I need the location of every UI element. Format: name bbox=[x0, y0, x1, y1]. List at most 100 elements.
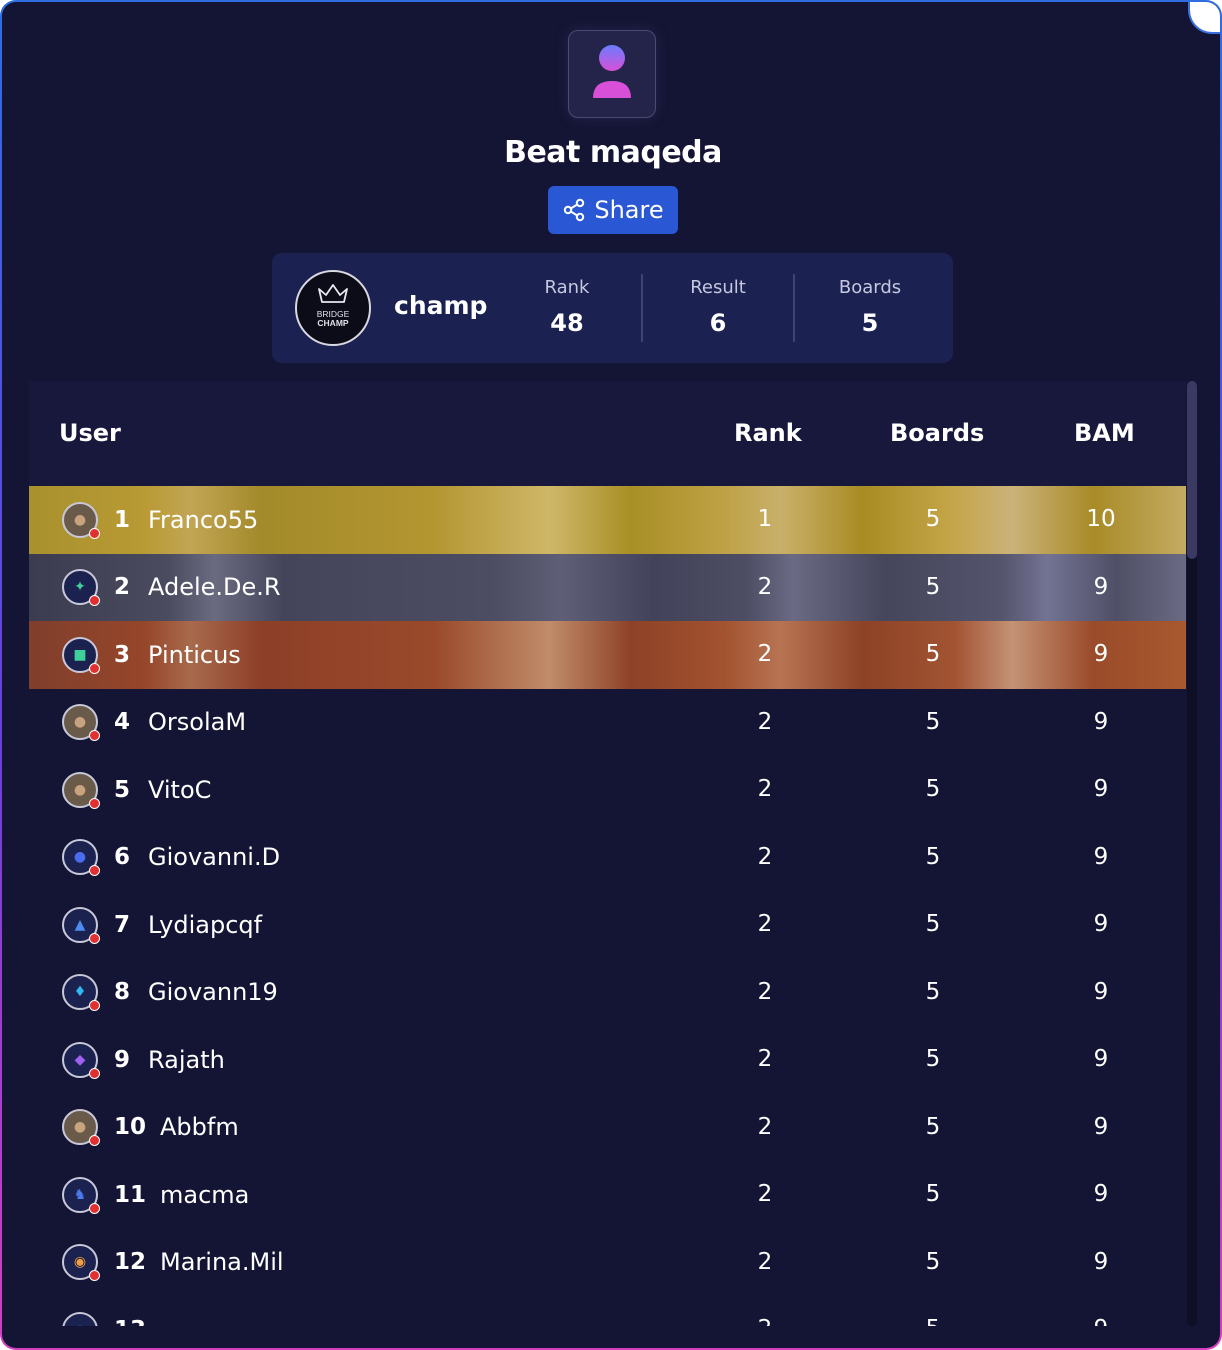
avatar[interactable]: ♞ bbox=[62, 1176, 100, 1214]
row-position: 1 bbox=[114, 506, 131, 533]
table-row[interactable]: ● 1 Franco55 1 5 10 bbox=[29, 486, 1186, 554]
feather-avatar-icon: ✦ bbox=[74, 579, 86, 596]
row-boards: 5 bbox=[925, 506, 941, 532]
row-rank: 2 bbox=[757, 573, 773, 600]
table-row[interactable]: ● 6 Giovanni.D 2 5 9 bbox=[29, 824, 1186, 892]
user-icon bbox=[593, 45, 631, 98]
row-username[interactable]: Giovann19 bbox=[148, 978, 278, 1006]
row-position: 2 bbox=[114, 574, 131, 601]
helmet-avatar-icon: ◆ bbox=[74, 1051, 86, 1068]
row-boards: 5 bbox=[925, 708, 941, 735]
scrollbar-thumb[interactable] bbox=[1187, 381, 1197, 559]
row-position: 3 bbox=[114, 641, 131, 668]
row-username[interactable]: Adele.De.R bbox=[148, 573, 281, 601]
user-cell: ✦ 2 Adele.De.R bbox=[62, 554, 281, 622]
row-position: 11 bbox=[114, 1181, 147, 1208]
row-boards: 5 bbox=[925, 843, 941, 870]
card-username: champ bbox=[394, 291, 488, 320]
avatar[interactable]: ◉ bbox=[62, 1244, 100, 1282]
share-button[interactable]: Share bbox=[548, 186, 678, 234]
online-status-dot bbox=[89, 1202, 100, 1214]
row-username[interactable]: Marina.Mil bbox=[160, 1248, 284, 1276]
avatar[interactable]: ▲ bbox=[62, 1311, 98, 1326]
leaderboard-table[interactable]: User Rank Boards BAM ● 1 Franco55 1 5 10 ✦ 2 Ade… bbox=[29, 381, 1186, 1326]
row-bam: 9 bbox=[1093, 843, 1109, 870]
row-username[interactable]: Giovanni.D bbox=[148, 843, 280, 871]
row-rank: 2 bbox=[757, 1113, 773, 1140]
row-rank: 2 bbox=[757, 1181, 773, 1207]
user-cell: ● 1 Franco55 bbox=[62, 486, 258, 554]
row-boards: 5 bbox=[925, 641, 941, 667]
photo-avatar-icon: ● bbox=[73, 1119, 87, 1136]
table-row[interactable]: ▲ 13 2 5 9 bbox=[29, 1296, 1186, 1326]
column-header-user[interactable]: User bbox=[59, 419, 121, 447]
avatar[interactable]: ♦ bbox=[62, 974, 100, 1012]
online-status-dot bbox=[89, 1067, 100, 1079]
stat-result-label: Result bbox=[690, 277, 746, 298]
online-status-dot bbox=[89, 1000, 100, 1012]
stat-boards: Boards 5 bbox=[795, 253, 945, 363]
row-rank: 1 bbox=[757, 506, 773, 532]
user-cell: ▲ 13 bbox=[62, 1296, 160, 1326]
table-row[interactable]: ♞ 11 macma 2 5 9 bbox=[29, 1161, 1186, 1229]
avatar[interactable]: ● bbox=[62, 1109, 100, 1147]
row-username[interactable]: Franco55 bbox=[148, 506, 258, 534]
row-username[interactable]: Lydiapcqf bbox=[148, 911, 262, 939]
row-rank: 2 bbox=[757, 776, 773, 802]
online-status-dot bbox=[89, 662, 100, 674]
row-username[interactable]: Rajath bbox=[148, 1046, 225, 1074]
table-row[interactable]: ♦ 8 Giovann19 2 5 9 bbox=[29, 959, 1186, 1027]
table-row[interactable]: ● 4 OrsolaM 2 5 9 bbox=[29, 689, 1186, 757]
avatar[interactable]: ● bbox=[62, 839, 100, 877]
avatar[interactable]: ● bbox=[62, 771, 100, 809]
row-rank: 2 bbox=[757, 1046, 773, 1072]
knight-avatar-icon: ♞ bbox=[73, 1186, 87, 1203]
row-bam: 9 bbox=[1093, 1181, 1109, 1207]
avatar[interactable]: ▲ bbox=[62, 906, 100, 944]
table-row[interactable]: ● 10 Abbfm 2 5 9 bbox=[29, 1094, 1186, 1162]
stat-rank-value: 48 bbox=[550, 309, 584, 337]
stat-rank: Rank 48 bbox=[492, 253, 642, 363]
row-position: 7 bbox=[114, 911, 131, 938]
user-cell: ● 10 Abbfm bbox=[62, 1094, 239, 1162]
avatar[interactable]: ● bbox=[62, 704, 100, 742]
row-bam: 9 bbox=[1093, 1113, 1109, 1140]
user-cell: ▲ 7 Lydiapcqf bbox=[62, 891, 262, 959]
row-position: 9 bbox=[114, 1046, 131, 1073]
ninja-avatar-icon: ▲ bbox=[74, 916, 86, 933]
avatar[interactable]: ■ bbox=[62, 636, 100, 674]
row-rank: 2 bbox=[757, 641, 773, 667]
column-header-bam[interactable]: BAM bbox=[1074, 419, 1135, 447]
avatar[interactable]: ✦ bbox=[62, 569, 100, 607]
row-boards: 5 bbox=[925, 573, 941, 600]
row-bam: 9 bbox=[1093, 911, 1109, 937]
column-header-rank[interactable]: Rank bbox=[734, 419, 802, 447]
row-username[interactable]: VitoC bbox=[148, 776, 211, 804]
table-row[interactable]: ■ 3 Pinticus 2 5 9 bbox=[29, 621, 1186, 689]
share-icon bbox=[564, 198, 585, 222]
row-username[interactable]: OrsolaM bbox=[148, 708, 246, 736]
stat-boards-value: 5 bbox=[861, 309, 879, 337]
row-boards: 5 bbox=[925, 1181, 941, 1207]
online-status-dot bbox=[89, 1270, 100, 1282]
row-boards: 5 bbox=[925, 1248, 941, 1275]
row-position: 4 bbox=[114, 709, 131, 736]
row-position: 5 bbox=[114, 776, 131, 803]
table-row[interactable]: ● 5 VitoC 2 5 9 bbox=[29, 756, 1186, 824]
column-header-boards[interactable]: Boards bbox=[890, 419, 984, 447]
row-username[interactable]: macma bbox=[160, 1181, 249, 1209]
table-row[interactable]: ◉ 12 Marina.Mil 2 5 9 bbox=[29, 1229, 1186, 1297]
row-boards: 5 bbox=[925, 776, 941, 802]
photo-avatar-icon: ● bbox=[73, 714, 87, 731]
row-username[interactable]: Abbfm bbox=[160, 1113, 239, 1141]
table-row[interactable]: ▲ 7 Lydiapcqf 2 5 9 bbox=[29, 891, 1186, 959]
avatar[interactable]: ◆ bbox=[62, 1041, 100, 1079]
user-cell: ♞ 11 macma bbox=[62, 1161, 249, 1229]
tournament-avatar bbox=[568, 30, 656, 118]
table-row[interactable]: ◆ 9 Rajath 2 5 9 bbox=[29, 1026, 1186, 1094]
avatar[interactable]: ● bbox=[62, 501, 100, 539]
row-username[interactable]: Pinticus bbox=[148, 641, 241, 669]
scrollbar[interactable] bbox=[1187, 381, 1197, 1326]
table-row[interactable]: ✦ 2 Adele.De.R 2 5 9 bbox=[29, 553, 1186, 622]
owl-avatar-icon: ◉ bbox=[73, 1254, 87, 1271]
